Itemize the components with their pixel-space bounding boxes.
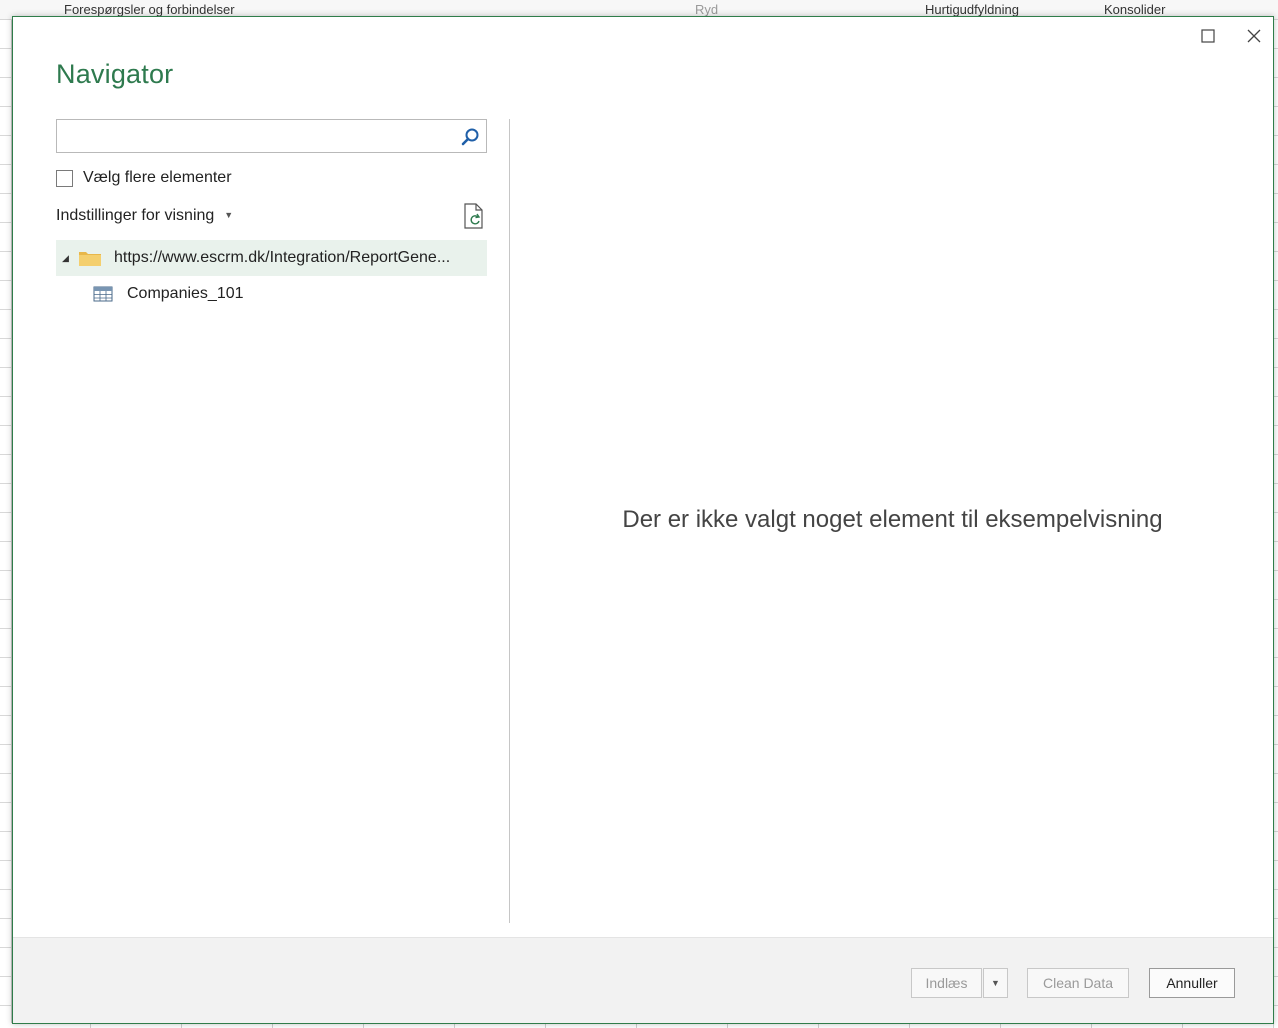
ribbon-item-flash-fill: Hurtigudfyldning <box>925 2 1019 17</box>
table-icon <box>93 286 113 302</box>
view-settings-dropdown[interactable]: Indstillinger for visning ▼ <box>56 205 233 227</box>
ribbon-item-consolidate: Konsolider <box>1104 2 1166 17</box>
view-settings-label: Indstillinger for visning <box>56 207 215 224</box>
load-options-button[interactable]: ▼ <box>983 968 1008 998</box>
tree-item-root-source[interactable]: ◢ https://www.escrm.dk/Integration/Repor… <box>56 240 487 276</box>
preview-empty-message: Der er ikke valgt noget element til ekse… <box>622 506 1163 533</box>
select-multiple-checkbox[interactable] <box>56 169 73 187</box>
ribbon-item-queries: Forespørgsler og forbindelser <box>64 2 235 17</box>
dialog-footer: Indlæs ▼ Clean Data Annuller <box>13 937 1273 1023</box>
dialog-title: Navigator <box>56 59 174 89</box>
tree-item-root-label: https://www.escrm.dk/Integration/ReportG… <box>114 249 451 266</box>
select-multiple-label: Vælg flere elementer <box>83 169 232 186</box>
load-button[interactable]: Indlæs <box>911 968 982 998</box>
folder-icon <box>79 252 101 266</box>
cancel-button[interactable]: Annuller <box>1149 968 1235 998</box>
tree-item-companies-label: Companies_101 <box>127 285 244 302</box>
search-box[interactable] <box>56 119 487 153</box>
search-icon[interactable] <box>460 127 480 147</box>
navigator-dialog: Navigator Vælg flere elementer Indstilli… <box>12 16 1274 1024</box>
maximize-icon <box>1201 29 1215 43</box>
expand-arrow-icon[interactable]: ◢ <box>62 253 74 264</box>
search-input[interactable] <box>61 124 451 148</box>
excel-grid-left <box>0 20 12 1028</box>
select-multiple-toggle[interactable]: Vælg flere elementer <box>56 167 232 189</box>
close-icon <box>1247 29 1261 43</box>
chevron-down-icon: ▼ <box>224 210 234 220</box>
tree-item-companies[interactable]: Companies_101 <box>56 276 487 312</box>
chevron-down-icon: ▼ <box>991 978 1000 988</box>
clean-data-button[interactable]: Clean Data <box>1027 968 1129 998</box>
close-button[interactable] <box>1239 23 1269 49</box>
maximize-button[interactable] <box>1193 23 1223 49</box>
ribbon-item-clear: Ryd <box>695 2 719 17</box>
refresh-icon[interactable] <box>462 203 486 229</box>
